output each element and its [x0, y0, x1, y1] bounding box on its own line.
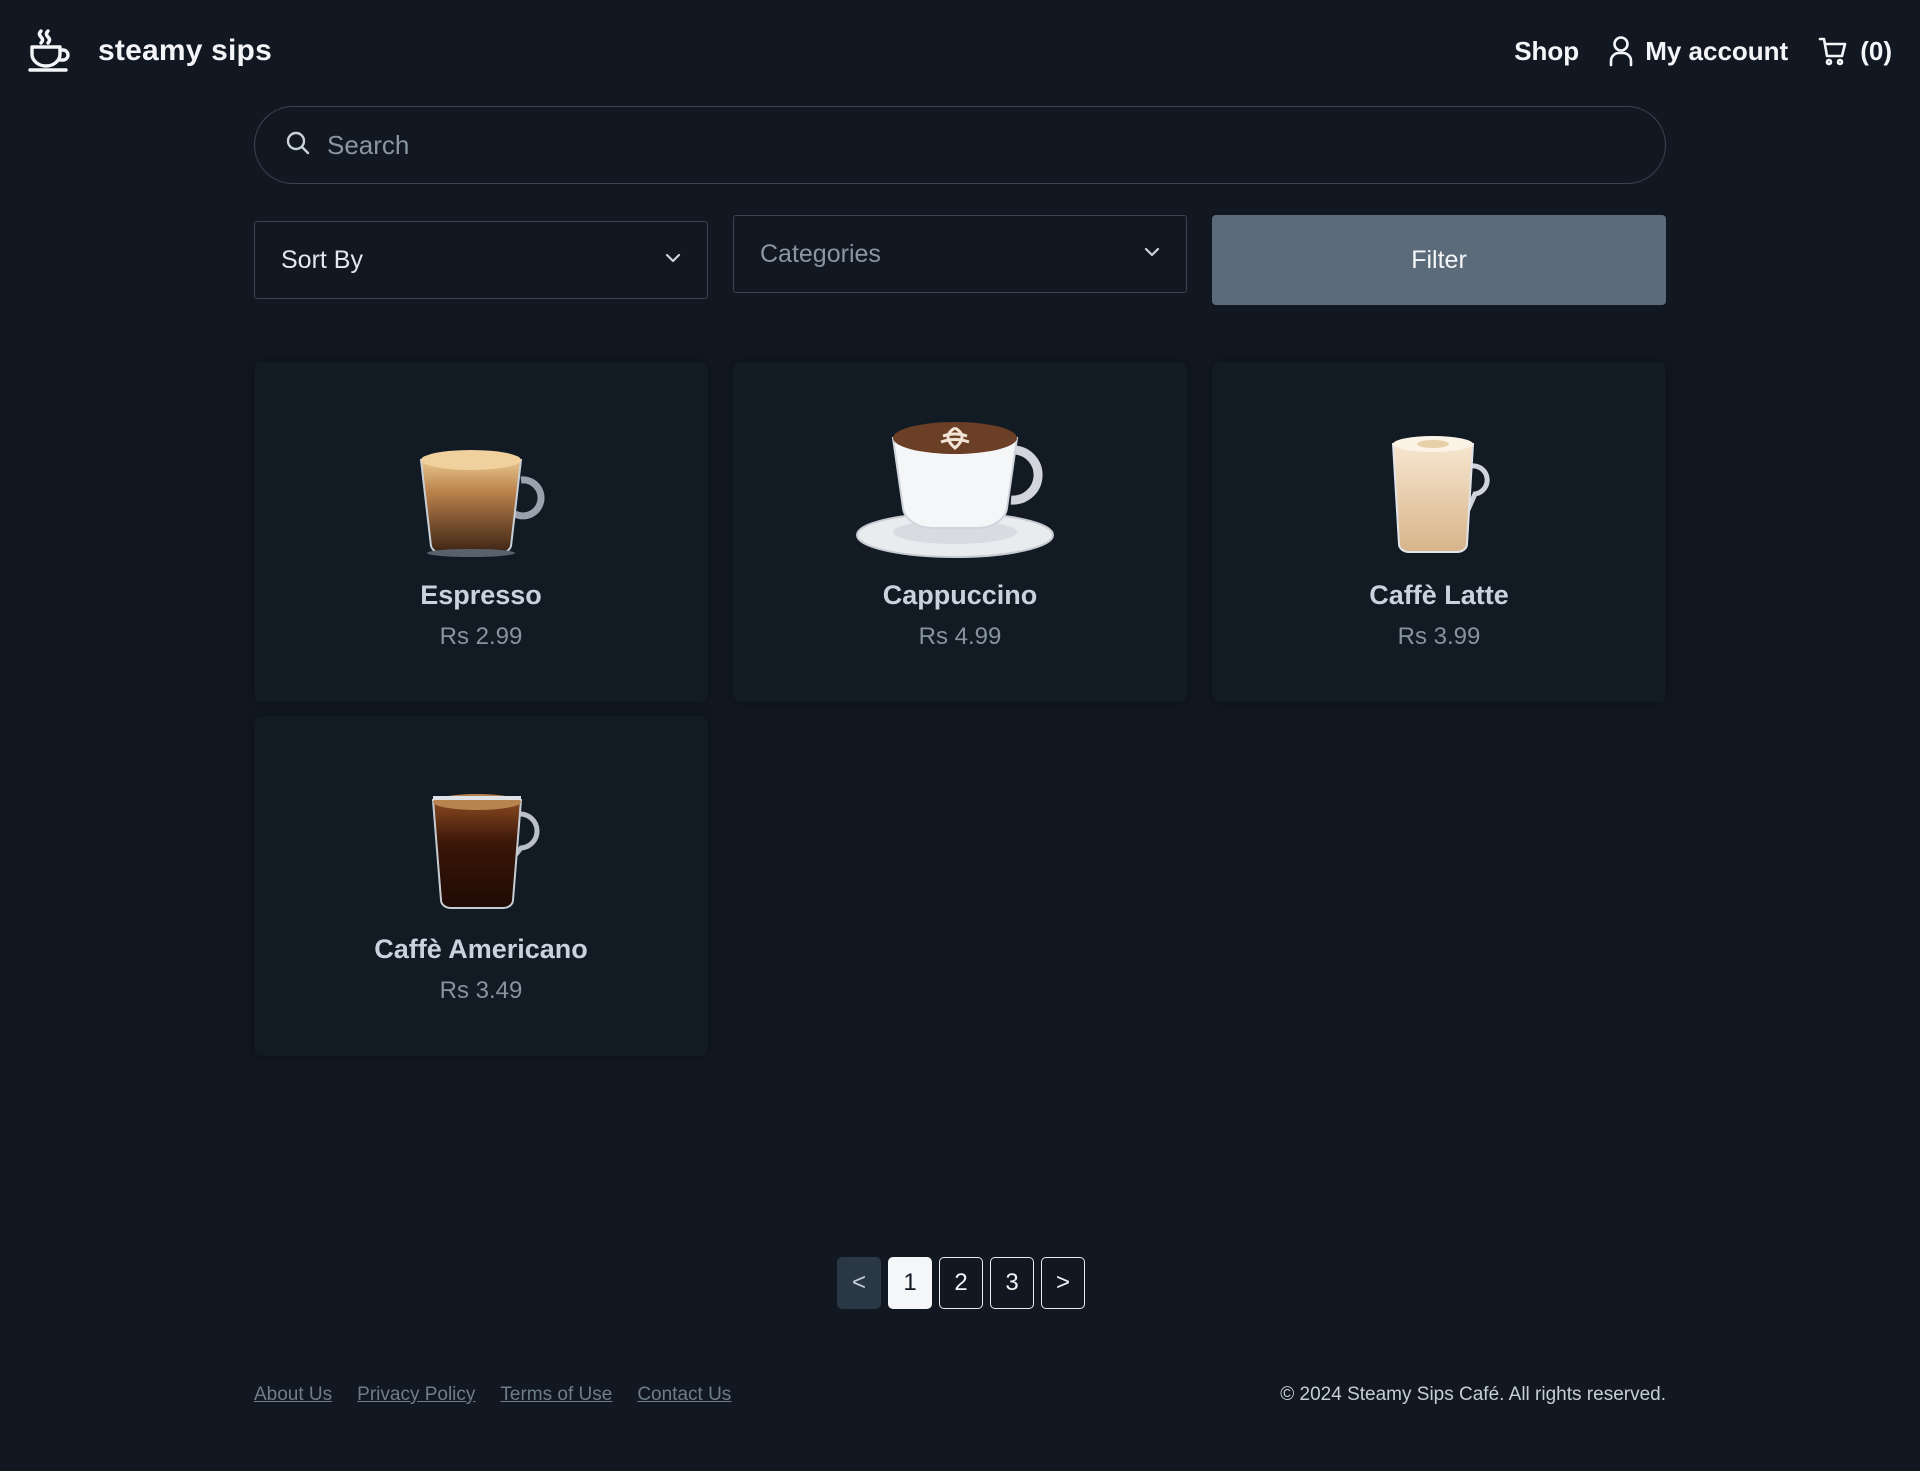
product-price: Rs 3.49 [439, 977, 523, 1004]
sort-by-label: Sort By [281, 245, 363, 274]
product-card-caffe-latte[interactable]: Caffè Latte Rs 3.99 [1212, 362, 1666, 702]
pagination-page-1[interactable]: 1 [888, 1257, 932, 1309]
cart-count: (0) [1860, 35, 1892, 66]
chevron-down-icon [663, 246, 683, 275]
pagination-next-button[interactable]: > [1041, 1257, 1085, 1309]
product-name: Caffè Latte [1369, 580, 1509, 610]
search-bar[interactable] [254, 106, 1666, 184]
brand[interactable]: steamy sips [28, 28, 272, 74]
pagination-page-3[interactable]: 3 [990, 1257, 1034, 1309]
cappuccino-image [850, 390, 1070, 560]
product-card-cappuccino[interactable]: Cappuccino Rs 4.99 [733, 362, 1187, 702]
caffe-americano-image [371, 744, 591, 914]
coffee-cup-icon [28, 28, 72, 74]
footer-link-contact[interactable]: Contact Us [637, 1384, 731, 1406]
product-price: Rs 3.99 [1397, 623, 1481, 650]
product-price: Rs 4.99 [918, 623, 1002, 650]
cart-icon [1818, 36, 1848, 66]
brand-name: steamy sips [98, 34, 272, 67]
nav-shop-label: Shop [1514, 35, 1580, 66]
nav-account-link[interactable]: My account [1609, 35, 1788, 67]
product-card-espresso[interactable]: Espresso Rs 2.99 [254, 362, 708, 702]
chevron-down-icon [1142, 240, 1162, 269]
nav-cart-link[interactable]: (0) [1818, 36, 1892, 67]
product-name: Espresso [420, 580, 542, 610]
main-nav: Shop My account (0) [1514, 35, 1892, 67]
search-input[interactable] [327, 129, 1635, 161]
pagination-page-2[interactable]: 2 [939, 1257, 983, 1309]
footer-link-about[interactable]: About Us [254, 1384, 332, 1406]
copyright-text: © 2024 Steamy Sips Café. All rights rese… [1280, 1384, 1666, 1405]
footer-link-terms[interactable]: Terms of Use [500, 1384, 612, 1406]
product-name: Cappuccino [882, 580, 1038, 610]
categories-select[interactable]: Categories [733, 215, 1187, 293]
filter-button[interactable]: Filter [1212, 215, 1666, 305]
pagination-prev-button[interactable]: < [837, 1257, 881, 1309]
footer-links: About Us Privacy Policy Terms of Use Con… [254, 1384, 731, 1406]
espresso-image [371, 390, 591, 560]
sort-by-select[interactable]: Sort By [254, 221, 708, 299]
product-card-caffe-americano[interactable]: Caffè Americano Rs 3.49 [254, 716, 708, 1056]
footer-link-privacy[interactable]: Privacy Policy [357, 1384, 475, 1406]
product-price: Rs 2.99 [439, 623, 523, 650]
nav-account-label: My account [1645, 35, 1789, 66]
caffe-latte-image [1329, 390, 1549, 560]
categories-placeholder: Categories [760, 239, 881, 268]
search-icon [285, 130, 311, 161]
user-icon [1609, 35, 1633, 67]
site-header: steamy sips Shop My account (0) [0, 0, 1920, 102]
product-name: Caffè Americano [374, 934, 588, 964]
nav-shop-link[interactable]: Shop [1514, 36, 1579, 67]
pagination: < 1 2 3 > [837, 1257, 1085, 1309]
